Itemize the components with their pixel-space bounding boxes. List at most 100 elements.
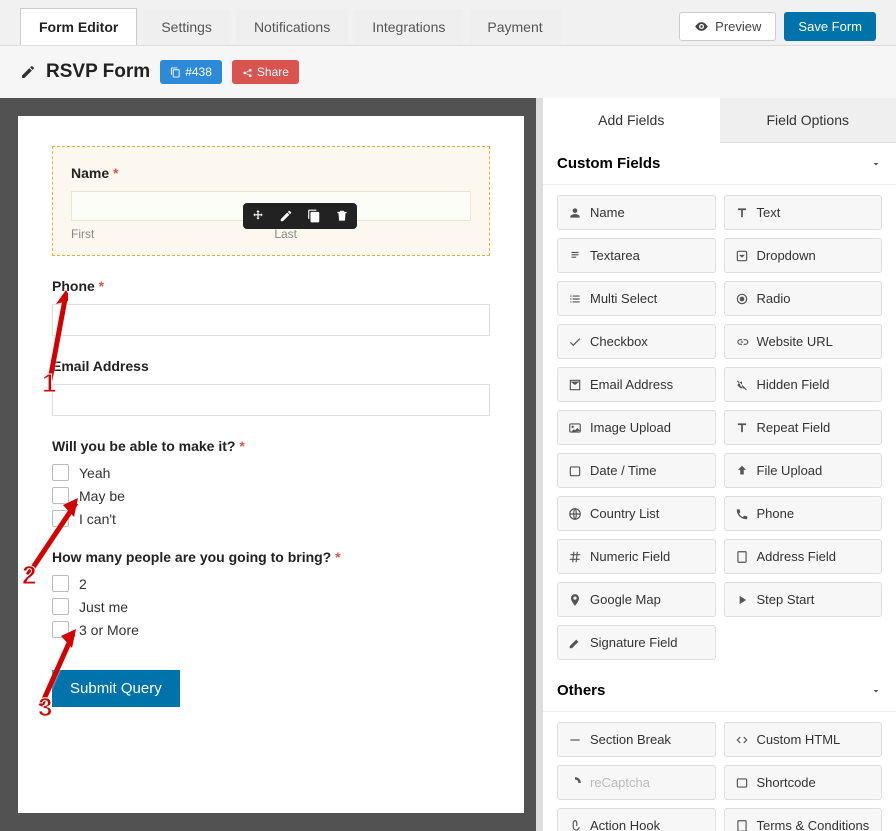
field-type-country-list[interactable]: Country List	[557, 496, 716, 531]
short-icon	[735, 776, 749, 790]
addr-icon	[735, 550, 749, 564]
option-cant: I can't	[52, 510, 490, 527]
field-type-recaptcha: reCaptcha	[557, 765, 716, 800]
dd-icon	[735, 249, 749, 263]
annotation-3: 3	[38, 692, 52, 723]
field-type-shortcode[interactable]: Shortcode	[724, 765, 883, 800]
field-phone[interactable]: Phone *	[52, 278, 490, 336]
option-maybe: May be	[52, 487, 490, 504]
annotation-1: 1	[42, 368, 56, 399]
phone-icon	[735, 507, 749, 521]
field-type-terms-conditions[interactable]: Terms & Conditions	[724, 808, 883, 831]
field-type-name[interactable]: Name	[557, 195, 716, 230]
tab-integrations[interactable]: Integrations	[354, 9, 463, 45]
check-icon	[568, 335, 582, 349]
field-type-action-hook[interactable]: Action Hook	[557, 808, 716, 831]
field-email[interactable]: Email Address	[52, 358, 490, 416]
name-sub-first: First	[71, 227, 94, 241]
field-type-image-upload[interactable]: Image Upload	[557, 410, 716, 445]
edit-icon[interactable]	[279, 209, 293, 223]
url-icon	[735, 335, 749, 349]
field-type-google-map[interactable]: Google Map	[557, 582, 716, 617]
radio-icon	[735, 292, 749, 306]
repeat-icon	[735, 421, 749, 435]
sign-icon	[568, 636, 582, 650]
field-type-numeric-field[interactable]: Numeric Field	[557, 539, 716, 574]
terms-icon	[735, 819, 749, 831]
field-type-file-upload[interactable]: File Upload	[724, 453, 883, 488]
field-type-phone[interactable]: Phone	[724, 496, 883, 531]
share-icon	[242, 67, 253, 78]
name-sub-last: Last	[274, 227, 297, 241]
text-icon	[735, 206, 749, 220]
field-type-section-break[interactable]: Section Break	[557, 722, 716, 757]
form-id-badge[interactable]: #438	[160, 60, 222, 84]
field-type-custom-html[interactable]: Custom HTML	[724, 722, 883, 757]
mail-icon	[568, 378, 582, 392]
eye-icon	[694, 19, 709, 34]
field-bring[interactable]: How many people are you going to bring? …	[52, 549, 490, 638]
recap-icon	[568, 776, 582, 790]
phone-input[interactable]	[52, 304, 490, 336]
custom-fields-grid: NameTextTextareaDropdownMulti SelectRadi…	[543, 185, 896, 670]
field-type-step-start[interactable]: Step Start	[724, 582, 883, 617]
field-type-signature-field[interactable]: Signature Field	[557, 625, 716, 660]
field-toolbar	[243, 203, 357, 229]
field-type-radio[interactable]: Radio	[724, 281, 883, 316]
file-icon	[735, 464, 749, 478]
field-name[interactable]: Name * First Last	[52, 146, 490, 256]
para-icon	[568, 249, 582, 263]
field-type-address-field[interactable]: Address Field	[724, 539, 883, 574]
tab-field-options[interactable]: Field Options	[720, 98, 896, 143]
pencil-icon[interactable]	[20, 64, 36, 80]
date-icon	[568, 464, 582, 478]
field-type-email-address[interactable]: Email Address	[557, 367, 716, 402]
preview-button[interactable]: Preview	[679, 12, 776, 41]
move-icon[interactable]	[251, 209, 265, 223]
topbar: Form Editor Settings Notifications Integ…	[0, 0, 896, 45]
tab-payment[interactable]: Payment	[469, 9, 560, 45]
field-type-multi-select[interactable]: Multi Select	[557, 281, 716, 316]
tab-notifications[interactable]: Notifications	[236, 9, 348, 45]
tab-add-fields[interactable]: Add Fields	[543, 98, 720, 143]
field-type-website-url[interactable]: Website URL	[724, 324, 883, 359]
user-icon	[568, 206, 582, 220]
option-2: 2	[52, 575, 490, 592]
hash-icon	[568, 550, 582, 564]
email-input[interactable]	[52, 384, 490, 416]
field-attend[interactable]: Will you be able to make it? * Yeah May …	[52, 438, 490, 527]
trash-icon[interactable]	[335, 209, 349, 223]
right-panel: Add Fields Field Options Custom Fields N…	[542, 98, 896, 831]
others-header[interactable]: Others	[543, 670, 896, 712]
map-icon	[568, 593, 582, 607]
hidden-icon	[735, 378, 749, 392]
option-3ormore: 3 or More	[52, 621, 490, 638]
tab-form-editor[interactable]: Form Editor	[20, 8, 137, 45]
hook-icon	[568, 819, 582, 831]
tab-settings[interactable]: Settings	[143, 9, 230, 45]
scrollbar[interactable]	[536, 98, 542, 831]
field-type-text[interactable]: Text	[724, 195, 883, 230]
step-icon	[735, 593, 749, 607]
name-label: Name *	[71, 165, 471, 181]
form-canvas-wrap: Name * First Last Phone * Email Addr	[0, 98, 542, 831]
option-yeah: Yeah	[52, 464, 490, 481]
form-title: RSVP Form	[46, 61, 150, 83]
field-type-repeat-field[interactable]: Repeat Field	[724, 410, 883, 445]
custom-fields-header[interactable]: Custom Fields	[543, 143, 896, 185]
duplicate-icon[interactable]	[307, 209, 321, 223]
form-canvas[interactable]: Name * First Last Phone * Email Addr	[18, 116, 524, 813]
chevron-down-icon	[870, 685, 882, 697]
img-icon	[568, 421, 582, 435]
others-grid: Section BreakCustom HTMLreCaptchaShortco…	[543, 712, 896, 831]
field-type-textarea[interactable]: Textarea	[557, 238, 716, 273]
field-type-hidden-field[interactable]: Hidden Field	[724, 367, 883, 402]
share-button[interactable]: Share	[232, 60, 299, 84]
globe-icon	[568, 507, 582, 521]
copy-icon	[170, 67, 181, 78]
field-type-checkbox[interactable]: Checkbox	[557, 324, 716, 359]
save-form-button[interactable]: Save Form	[784, 12, 876, 41]
field-type-date-time[interactable]: Date / Time	[557, 453, 716, 488]
field-type-dropdown[interactable]: Dropdown	[724, 238, 883, 273]
main-area: Name * First Last Phone * Email Addr	[0, 98, 896, 831]
